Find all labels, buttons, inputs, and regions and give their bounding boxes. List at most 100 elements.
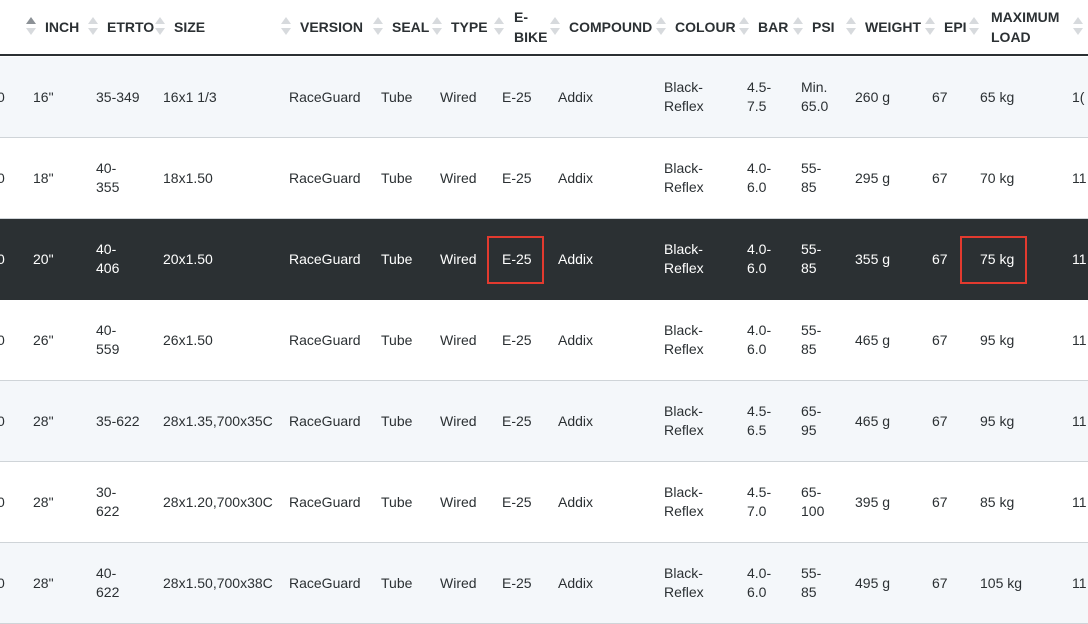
sort-type-icon[interactable] <box>432 17 442 37</box>
sort-inch-icon[interactable] <box>26 17 36 37</box>
table-row[interactable]: 0 20" 40- 406 20x1.50 RaceGuard Tube Wired E-25… <box>0 219 1088 300</box>
cell-bar: 4.5- 6.5 <box>747 403 772 438</box>
cell-extra: 11 <box>1072 493 1087 510</box>
cell-colour: Black- Reflex <box>664 484 704 519</box>
cell-size: 28x1.50,700x38C <box>163 574 273 591</box>
cell-compound: Addix <box>558 493 594 510</box>
sort-up-icon <box>1073 17 1083 24</box>
cell-size: 18x1.50 <box>163 169 213 186</box>
cell-maxload: 95 kg <box>980 412 1015 429</box>
sort-up-icon <box>656 17 666 24</box>
sort-down-icon <box>494 28 504 35</box>
column-header-psi[interactable]: PSI <box>812 0 835 54</box>
column-header-size[interactable]: SIZE <box>174 0 205 54</box>
cell-psi: 55- 85 <box>801 565 822 600</box>
table-row[interactable]: 0 18" 40- 355 18x1.50 RaceGuard Tube Wired E-25… <box>0 138 1088 219</box>
cell-epi: 67 <box>932 169 948 186</box>
cell-weight: 295 g <box>855 169 891 186</box>
cell-version: RaceGuard <box>289 574 361 591</box>
sort-down-icon <box>88 28 98 35</box>
cell-colour: Black- Reflex <box>664 565 704 600</box>
cell-epi: 67 <box>932 412 948 429</box>
column-header-etrto[interactable]: ETRTO <box>107 0 154 54</box>
sort-ebike-icon[interactable] <box>494 17 504 37</box>
cell-inch: 28" <box>33 574 54 591</box>
sort-up-icon <box>155 17 165 24</box>
sort-end-icon[interactable] <box>1073 17 1083 37</box>
cell-compound: Addix <box>558 331 594 348</box>
sort-up-icon <box>494 17 504 24</box>
cell-size: 20x1.50 <box>163 250 213 267</box>
cell-inch: 28" <box>33 412 54 429</box>
column-header-compound[interactable]: COMPOUND <box>569 0 652 54</box>
sort-down-icon <box>969 28 979 35</box>
sort-epi-icon[interactable] <box>925 17 935 37</box>
cell-compound: Addix <box>558 412 594 429</box>
cell-compound: Addix <box>558 250 594 267</box>
cell-psi: 65- 100 <box>801 484 825 519</box>
cell-seal: Tube <box>381 493 413 510</box>
sort-etrto-icon[interactable] <box>88 17 98 37</box>
cell-edge: 0 <box>0 169 5 186</box>
column-header-colour[interactable]: COLOUR <box>675 0 736 54</box>
sort-down-icon <box>155 28 165 35</box>
cell-weight: 495 g <box>855 574 891 591</box>
cell-size: 28x1.35,700x35C <box>163 412 273 429</box>
table-row[interactable]: 0 28" 30- 622 28x1.20,700x30C RaceGuard Tube W… <box>0 462 1088 543</box>
table-header: INCH ETRTO SIZE VERSION SEAL TYPE E- BIKE COMPO… <box>0 0 1088 56</box>
sort-seal-icon[interactable] <box>373 17 383 37</box>
sort-psi-icon[interactable] <box>793 17 803 37</box>
column-header-ebike[interactable]: E- BIKE <box>514 0 547 54</box>
sort-down-icon <box>793 28 803 35</box>
sort-bar-icon[interactable] <box>739 17 749 37</box>
sort-maxload-icon[interactable] <box>969 17 979 37</box>
table-row[interactable]: 0 16" 35-349 16x1 1/3 RaceGuard Tube Wired E-25… <box>0 57 1088 138</box>
cell-edge: 0 <box>0 88 5 105</box>
cell-version: RaceGuard <box>289 331 361 348</box>
sort-down-icon <box>373 28 383 35</box>
cell-seal: Tube <box>381 331 413 348</box>
cell-colour: Black- Reflex <box>664 79 704 114</box>
column-header-bar[interactable]: BAR <box>758 0 788 54</box>
cell-type: Wired <box>440 331 477 348</box>
cell-colour: Black- Reflex <box>664 403 704 438</box>
table-row[interactable]: 0 28" 35-622 28x1.35,700x35C RaceGuard Tube Wi… <box>0 381 1088 462</box>
cell-inch: 26" <box>33 331 54 348</box>
column-header-seal[interactable]: SEAL <box>392 0 429 54</box>
sort-colour-icon[interactable] <box>656 17 666 37</box>
sort-weight-icon[interactable] <box>846 17 856 37</box>
cell-bar: 4.0- 6.0 <box>747 241 772 276</box>
cell-version: RaceGuard <box>289 88 361 105</box>
cell-epi: 67 <box>932 88 948 105</box>
sort-version-icon[interactable] <box>281 17 291 37</box>
cell-size: 16x1 1/3 <box>163 88 217 105</box>
cell-seal: Tube <box>381 250 413 267</box>
sort-up-icon <box>925 17 935 24</box>
cell-ebike: E-25 <box>502 88 532 105</box>
table-row[interactable]: 0 26" 40- 559 26x1.50 RaceGuard Tube Wired E-25… <box>0 300 1088 381</box>
column-header-weight[interactable]: WEIGHT <box>865 0 921 54</box>
cell-bar: 4.0- 6.0 <box>747 322 772 357</box>
sort-compound-icon[interactable] <box>550 17 560 37</box>
cell-seal: Tube <box>381 412 413 429</box>
cell-compound: Addix <box>558 574 594 591</box>
cell-ebike: E-25 <box>502 331 532 348</box>
column-header-version[interactable]: VERSION <box>300 0 363 54</box>
column-header-inch[interactable]: INCH <box>45 0 79 54</box>
sort-up-icon <box>432 17 442 24</box>
cell-edge: 0 <box>0 574 5 591</box>
column-header-type[interactable]: TYPE <box>451 0 488 54</box>
sort-down-icon <box>739 28 749 35</box>
cell-bar: 4.5- 7.5 <box>747 79 772 114</box>
cell-maxload: 70 kg <box>980 169 1015 186</box>
sort-size-icon[interactable] <box>155 17 165 37</box>
cell-weight: 465 g <box>855 331 891 348</box>
column-header-epi[interactable]: EPI <box>944 0 967 54</box>
sort-up-icon <box>846 17 856 24</box>
sort-up-icon <box>969 17 979 24</box>
cell-version: RaceGuard <box>289 250 361 267</box>
cell-compound: Addix <box>558 169 594 186</box>
cell-type: Wired <box>440 412 477 429</box>
column-header-maxload[interactable]: MAXIMUM LOAD <box>991 0 1059 54</box>
table-row[interactable]: 0 28" 40- 622 28x1.50,700x38C RaceGuard Tube W… <box>0 543 1088 624</box>
